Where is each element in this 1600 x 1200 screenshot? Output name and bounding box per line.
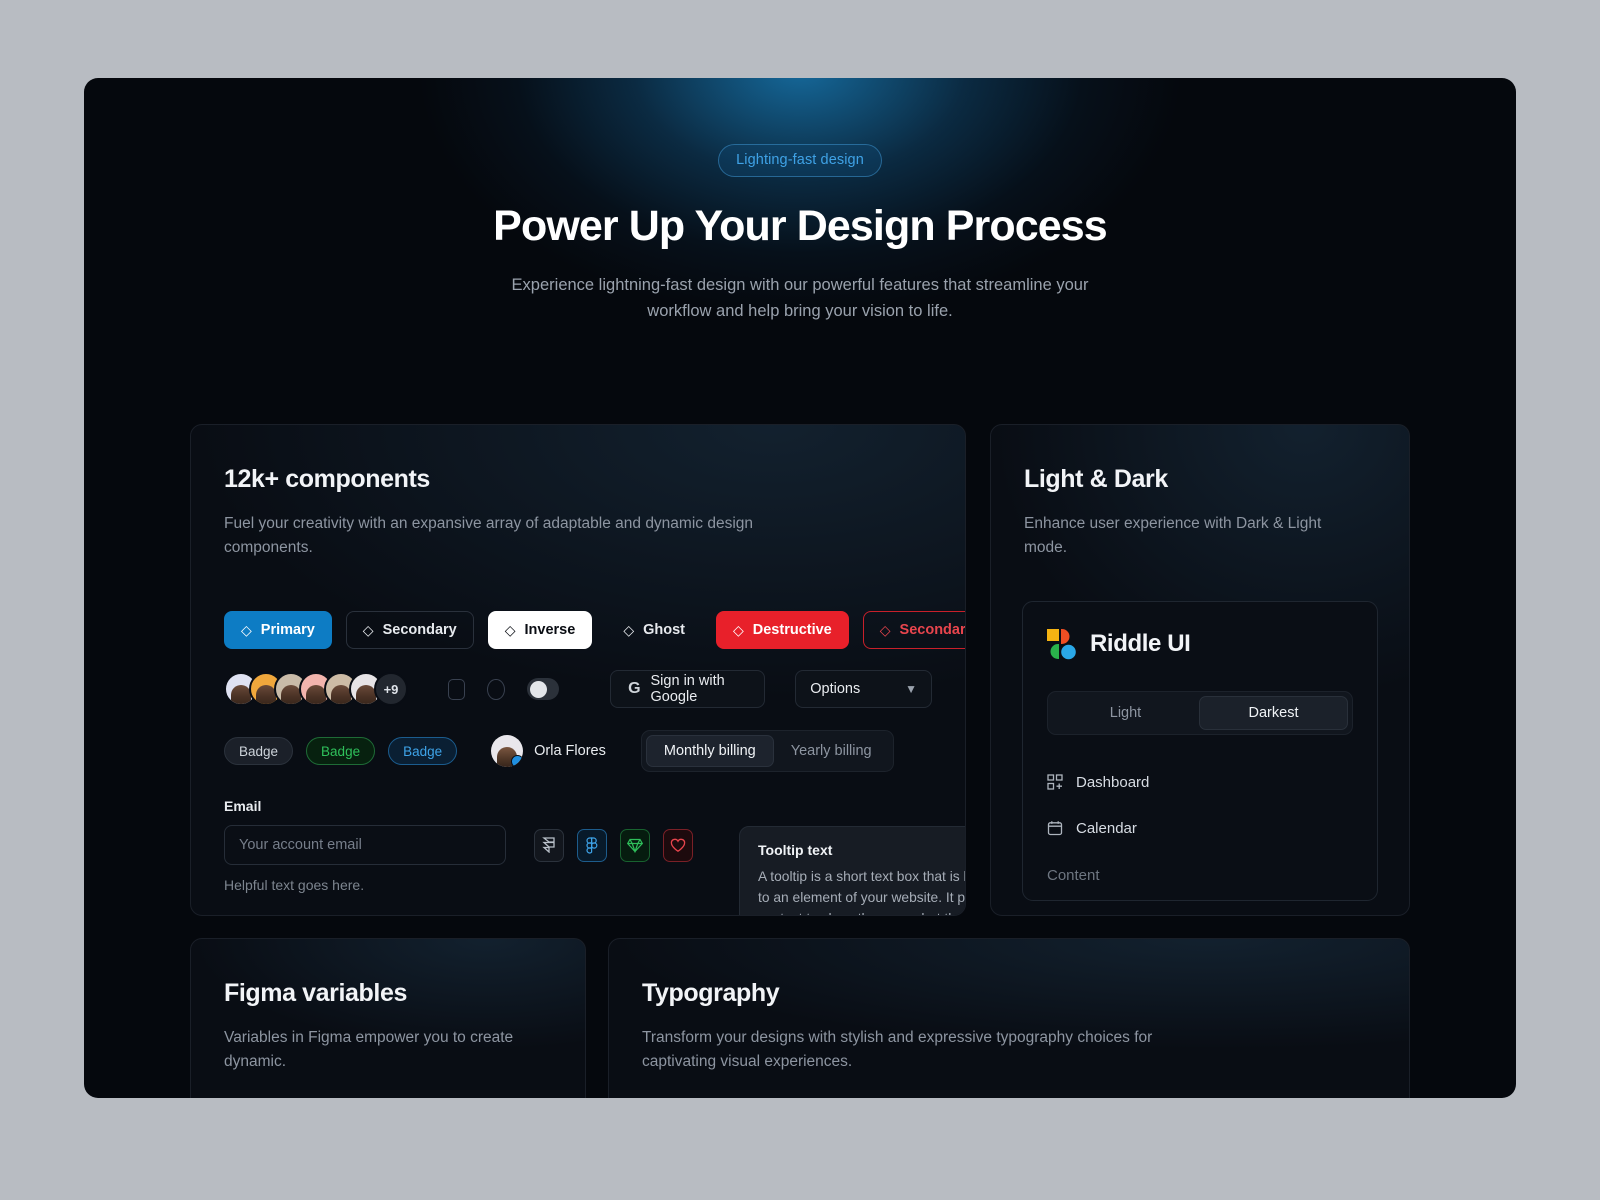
google-signin-label: Sign in with Google xyxy=(650,673,725,706)
inverse-button[interactable]: ◇ Inverse xyxy=(487,611,593,650)
destructive-button[interactable]: ◇ Destructive xyxy=(715,611,849,650)
component-showcase: ◇ Primary ◇ Secondary ◇ Inverse ◇ Ghost … xyxy=(224,611,965,916)
billing-option-yearly[interactable]: Yearly billing xyxy=(774,735,889,767)
card-components-title: 12k+ components xyxy=(224,465,430,494)
ghost-button-label: Ghost xyxy=(643,622,685,639)
tooltip-body: A tooltip is a short text box that is li… xyxy=(758,869,966,915)
sketch-icon-button[interactable] xyxy=(620,828,650,862)
secondary-button[interactable]: ◇ Secondary xyxy=(345,611,474,650)
diamond-icon: ◇ xyxy=(362,622,374,639)
dashboard-grid-icon xyxy=(1047,774,1063,791)
card-light-dark-desc: Enhance user experience with Dark & Ligh… xyxy=(1024,515,1322,557)
theme-option-darkest[interactable]: Darkest xyxy=(1199,696,1348,731)
destructive-secondary-button-label: Secondary xyxy=(899,622,966,639)
email-field-block: Email Your account email Helpful text go… xyxy=(224,798,965,916)
hero-pill: Lighting-fast design xyxy=(718,144,882,177)
content-label: Content xyxy=(1047,867,1100,885)
tooltip: Tooltip text A tooltip is a short text b… xyxy=(739,826,966,916)
framer-icon-button[interactable] xyxy=(534,828,564,862)
user-chip[interactable]: Orla Flores xyxy=(491,735,606,768)
sidebar-item-calendar[interactable]: Calendar xyxy=(1047,805,1353,851)
brand-name: Riddle UI xyxy=(1090,630,1191,658)
button-row: ◇ Primary ◇ Secondary ◇ Inverse ◇ Ghost … xyxy=(224,611,965,650)
ghost-button[interactable]: ◇ Ghost xyxy=(606,611,702,649)
secondary-button-label: Secondary xyxy=(382,622,457,639)
brand-lockup: Riddle UI xyxy=(1047,628,1353,660)
avatar xyxy=(491,735,524,768)
card-figma-title: Figma variables xyxy=(224,979,407,1008)
avatar-overflow-count[interactable]: +9 xyxy=(374,672,408,707)
options-select-value: Options xyxy=(810,681,861,698)
controls-row: +9 G Sign in with Google Options ▼ xyxy=(224,670,932,709)
google-icon: G xyxy=(628,680,641,698)
email-field-label: Email xyxy=(224,798,262,815)
card-figma-variables: Figma variables Variables in Figma empow… xyxy=(190,938,586,1098)
feature-grid-top: 12k+ components Fuel your creativity wit… xyxy=(190,424,1410,917)
hero-section: Lighting-fast design Power Up Your Desig… xyxy=(190,78,1410,324)
theme-option-light[interactable]: Light xyxy=(1052,696,1199,730)
card-typography-desc: Transform your designs with stylish and … xyxy=(642,1029,1153,1071)
feature-grid-bottom: Figma variables Variables in Figma empow… xyxy=(190,938,1410,1098)
card-components-desc: Fuel your creativity with an expansive a… xyxy=(224,515,754,557)
preview-nav-list: Dashboard Calendar xyxy=(1047,759,1353,851)
hero-subtitle: Experience lightning-fast design with ou… xyxy=(511,276,1089,320)
diamond-icon: ◇ xyxy=(241,622,252,639)
diamond-icon: ◇ xyxy=(732,622,744,639)
badge-blue: Badge xyxy=(388,737,458,766)
primary-button-label: Primary xyxy=(260,622,315,639)
chevron-down-icon: ▼ xyxy=(905,682,917,697)
card-light-dark: Light & Dark Enhance user experience wit… xyxy=(990,424,1410,917)
diamond-icon: ◇ xyxy=(879,622,891,639)
sidebar-item-dashboard-label: Dashboard xyxy=(1076,773,1150,791)
diamond-icon: ◇ xyxy=(504,622,516,639)
sidebar-item-calendar-label: Calendar xyxy=(1076,819,1137,837)
badge-gray: Badge xyxy=(224,737,294,766)
calendar-icon xyxy=(1047,820,1063,836)
options-select[interactable]: Options ▼ xyxy=(795,670,932,709)
sketch-diamond-icon xyxy=(627,838,643,853)
badges-row: Badge Badge Badge Orla Flores Monthly bi xyxy=(224,730,932,773)
card-typography: Typography Transform your designs with s… xyxy=(608,938,1410,1098)
app-canvas: Lighting-fast design Power Up Your Desig… xyxy=(84,78,1516,1098)
inverse-button-label: Inverse xyxy=(524,622,576,639)
destructive-button-label: Destructive xyxy=(752,622,832,639)
primary-button[interactable]: ◇ Primary xyxy=(224,611,332,650)
riddle-ui-logo xyxy=(1047,629,1076,660)
billing-toggle-group: Monthly billing Yearly billing xyxy=(640,730,894,773)
google-signin-button[interactable]: G Sign in with Google xyxy=(610,670,766,709)
figma-icon xyxy=(586,837,598,854)
heart-icon xyxy=(670,838,686,852)
card-light-dark-title: Light & Dark xyxy=(1024,465,1168,494)
heart-icon-button[interactable] xyxy=(663,828,693,862)
toggle-switch[interactable] xyxy=(526,678,560,701)
page-title: Power Up Your Design Process xyxy=(493,202,1108,250)
checkbox[interactable] xyxy=(448,678,466,700)
destructive-secondary-button[interactable]: ◇ Secondary xyxy=(862,611,966,650)
tooltip-title: Tooltip text xyxy=(758,842,833,859)
theme-toggle-group: Light Darkest xyxy=(1047,691,1353,736)
sidebar-item-dashboard[interactable]: Dashboard xyxy=(1047,759,1353,805)
verified-icon xyxy=(511,755,524,768)
avatar-group[interactable]: +9 xyxy=(224,672,408,707)
card-typography-title: Typography xyxy=(642,979,780,1008)
diamond-icon: ◇ xyxy=(623,622,635,639)
card-components: 12k+ components Fuel your creativity wit… xyxy=(190,424,966,917)
user-name: Orla Flores xyxy=(534,743,606,760)
card-figma-desc: Variables in Figma empower you to create… xyxy=(224,1029,514,1071)
email-input[interactable] xyxy=(224,825,506,866)
radio-button[interactable] xyxy=(487,678,505,700)
theme-preview-panel: Riddle UI Light Darkest Dashboard Calend… xyxy=(1022,601,1378,902)
icon-button-group xyxy=(534,828,693,862)
billing-option-monthly[interactable]: Monthly billing xyxy=(645,735,774,768)
badge-green: Badge xyxy=(306,737,376,766)
figma-icon-button[interactable] xyxy=(577,828,607,862)
framer-icon xyxy=(542,837,555,854)
